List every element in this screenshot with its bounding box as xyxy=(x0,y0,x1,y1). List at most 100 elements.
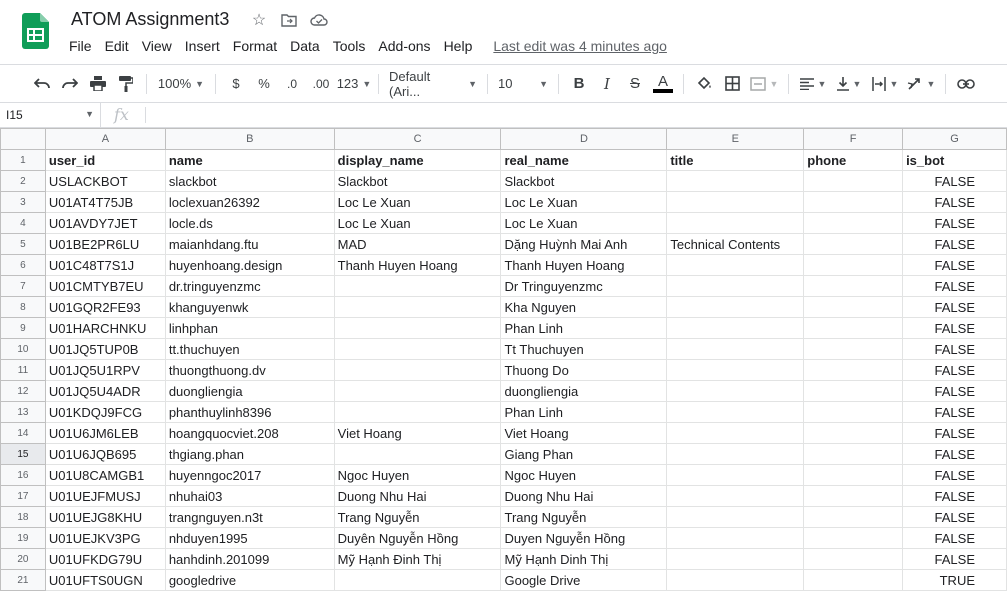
cell-d8[interactable]: Kha Nguyen xyxy=(500,296,668,318)
cell-f21[interactable] xyxy=(803,569,904,591)
cell-f12[interactable] xyxy=(803,380,904,402)
row-header[interactable]: 21 xyxy=(0,569,46,591)
cell-a20[interactable]: U01UFKDG79U xyxy=(44,548,166,570)
cell-e12[interactable] xyxy=(666,380,805,402)
cell-g2[interactable]: FALSE xyxy=(902,170,1007,192)
column-header-a[interactable]: A xyxy=(44,128,166,150)
cell-e5[interactable]: Technical Contents xyxy=(666,233,805,255)
cell-c19[interactable]: Duyên Nguyễn Hồng xyxy=(333,527,502,549)
menu-help[interactable]: Help xyxy=(444,38,473,54)
italic-button[interactable]: I xyxy=(593,70,621,98)
cell-f13[interactable] xyxy=(803,401,904,423)
cell-b6[interactable]: huyenhoang.design xyxy=(164,254,335,276)
menu-format[interactable]: Format xyxy=(233,38,277,54)
row-header[interactable]: 17 xyxy=(0,485,46,507)
cell-a8[interactable]: U01GQR2FE93 xyxy=(44,296,166,318)
cell-f7[interactable] xyxy=(803,275,904,297)
cell-d15[interactable]: Giang Phan xyxy=(500,443,668,465)
row-header[interactable]: 2 xyxy=(0,170,46,192)
cell-g8[interactable]: FALSE xyxy=(902,296,1007,318)
cell-b13[interactable]: phanthuylinh8396 xyxy=(164,401,335,423)
cell-e4[interactable] xyxy=(666,212,805,234)
cell-d12[interactable]: duongliengia xyxy=(500,380,668,402)
borders-icon[interactable] xyxy=(718,70,746,98)
percent-format-button[interactable]: % xyxy=(250,70,278,98)
row-header[interactable]: 18 xyxy=(0,506,46,528)
cell-d11[interactable]: Thuong Do xyxy=(500,359,668,381)
cell-b9[interactable]: linhphan xyxy=(164,317,335,339)
menu-view[interactable]: View xyxy=(142,38,172,54)
cell-e20[interactable] xyxy=(666,548,805,570)
cell-c20[interactable]: Mỹ Hạnh Đinh Thị xyxy=(333,548,502,570)
menu-insert[interactable]: Insert xyxy=(185,38,220,54)
cell-c10[interactable] xyxy=(333,338,502,360)
menu-edit[interactable]: Edit xyxy=(105,38,129,54)
text-color-button[interactable]: A xyxy=(649,70,677,98)
cell-e6[interactable] xyxy=(666,254,805,276)
cell-b2[interactable]: slackbot xyxy=(164,170,335,192)
row-header[interactable]: 11 xyxy=(0,359,46,381)
cell-b8[interactable]: khanguyenwk xyxy=(164,296,335,318)
cell-f16[interactable] xyxy=(803,464,904,486)
cell-b16[interactable]: huyenngoc2017 xyxy=(164,464,335,486)
cell-b11[interactable]: thuongthuong.dv xyxy=(164,359,335,381)
font-family-select[interactable]: Default (Ari... ▼ xyxy=(385,69,481,99)
print-icon[interactable] xyxy=(84,70,112,98)
cell-f14[interactable] xyxy=(803,422,904,444)
cell-f5[interactable] xyxy=(803,233,904,255)
cell-d5[interactable]: Dặng Huỳnh Mai Anh xyxy=(500,233,668,255)
cell-g11[interactable]: FALSE xyxy=(902,359,1007,381)
cell-a12[interactable]: U01JQ5U4ADR xyxy=(44,380,166,402)
cell-d18[interactable]: Trang Nguyễn xyxy=(500,506,668,528)
cell-a10[interactable]: U01JQ5TUP0B xyxy=(44,338,166,360)
cell-e21[interactable] xyxy=(666,569,805,591)
fill-color-icon[interactable] xyxy=(690,70,718,98)
column-header-d[interactable]: D xyxy=(500,128,668,150)
row-header[interactable]: 19 xyxy=(0,527,46,549)
cell-g13[interactable]: FALSE xyxy=(902,401,1007,423)
cell-g16[interactable]: FALSE xyxy=(902,464,1007,486)
cell-c2[interactable]: Slackbot xyxy=(333,170,502,192)
cell-a14[interactable]: U01U6JM6LEB xyxy=(44,422,166,444)
cell-a17[interactable]: U01UEJFMUSJ xyxy=(44,485,166,507)
cell-c7[interactable] xyxy=(333,275,502,297)
cell-f17[interactable] xyxy=(803,485,904,507)
row-header[interactable]: 13 xyxy=(0,401,46,423)
row-header[interactable]: 6 xyxy=(0,254,46,276)
cell-c12[interactable] xyxy=(333,380,502,402)
last-edit-link[interactable]: Last edit was 4 minutes ago xyxy=(493,38,667,54)
cell-c15[interactable] xyxy=(333,443,502,465)
column-header-f[interactable]: F xyxy=(803,128,904,150)
cell-b7[interactable]: dr.tringuyenzmc xyxy=(164,275,335,297)
cell-a15[interactable]: U01U6JQB695 xyxy=(44,443,166,465)
increase-decimal-button[interactable]: .00 xyxy=(306,70,336,98)
cell-c17[interactable]: Duong Nhu Hai xyxy=(333,485,502,507)
cell-b21[interactable]: googledrive xyxy=(164,569,335,591)
decrease-decimal-button[interactable]: .0 xyxy=(278,70,306,98)
cell-a7[interactable]: U01CMTYB7EU xyxy=(44,275,166,297)
cell-c3[interactable]: Loc Le Xuan xyxy=(333,191,502,213)
text-wrap-icon[interactable]: ▼ xyxy=(867,70,903,98)
row-header[interactable]: 14 xyxy=(0,422,46,444)
cell-c1[interactable]: display_name xyxy=(333,149,502,171)
cell-b20[interactable]: hanhdinh.201099 xyxy=(164,548,335,570)
menu-tools[interactable]: Tools xyxy=(333,38,366,54)
cell-e18[interactable] xyxy=(666,506,805,528)
column-header-g[interactable]: G xyxy=(902,128,1007,150)
cell-a11[interactable]: U01JQ5U1RPV xyxy=(44,359,166,381)
cell-d6[interactable]: Thanh Huyen Hoang xyxy=(500,254,668,276)
cell-a13[interactable]: U01KDQJ9FCG xyxy=(44,401,166,423)
cell-f10[interactable] xyxy=(803,338,904,360)
cell-c4[interactable]: Loc Le Xuan xyxy=(333,212,502,234)
move-folder-icon[interactable] xyxy=(280,11,298,29)
redo-icon[interactable] xyxy=(56,70,84,98)
cell-f3[interactable] xyxy=(803,191,904,213)
cell-f19[interactable] xyxy=(803,527,904,549)
cell-a21[interactable]: U01UFTS0UGN xyxy=(44,569,166,591)
cell-a4[interactable]: U01AVDY7JET xyxy=(44,212,166,234)
cell-e13[interactable] xyxy=(666,401,805,423)
cell-f18[interactable] xyxy=(803,506,904,528)
cell-b4[interactable]: locle.ds xyxy=(164,212,335,234)
row-header[interactable]: 12 xyxy=(0,380,46,402)
cell-b19[interactable]: nhduyen1995 xyxy=(164,527,335,549)
